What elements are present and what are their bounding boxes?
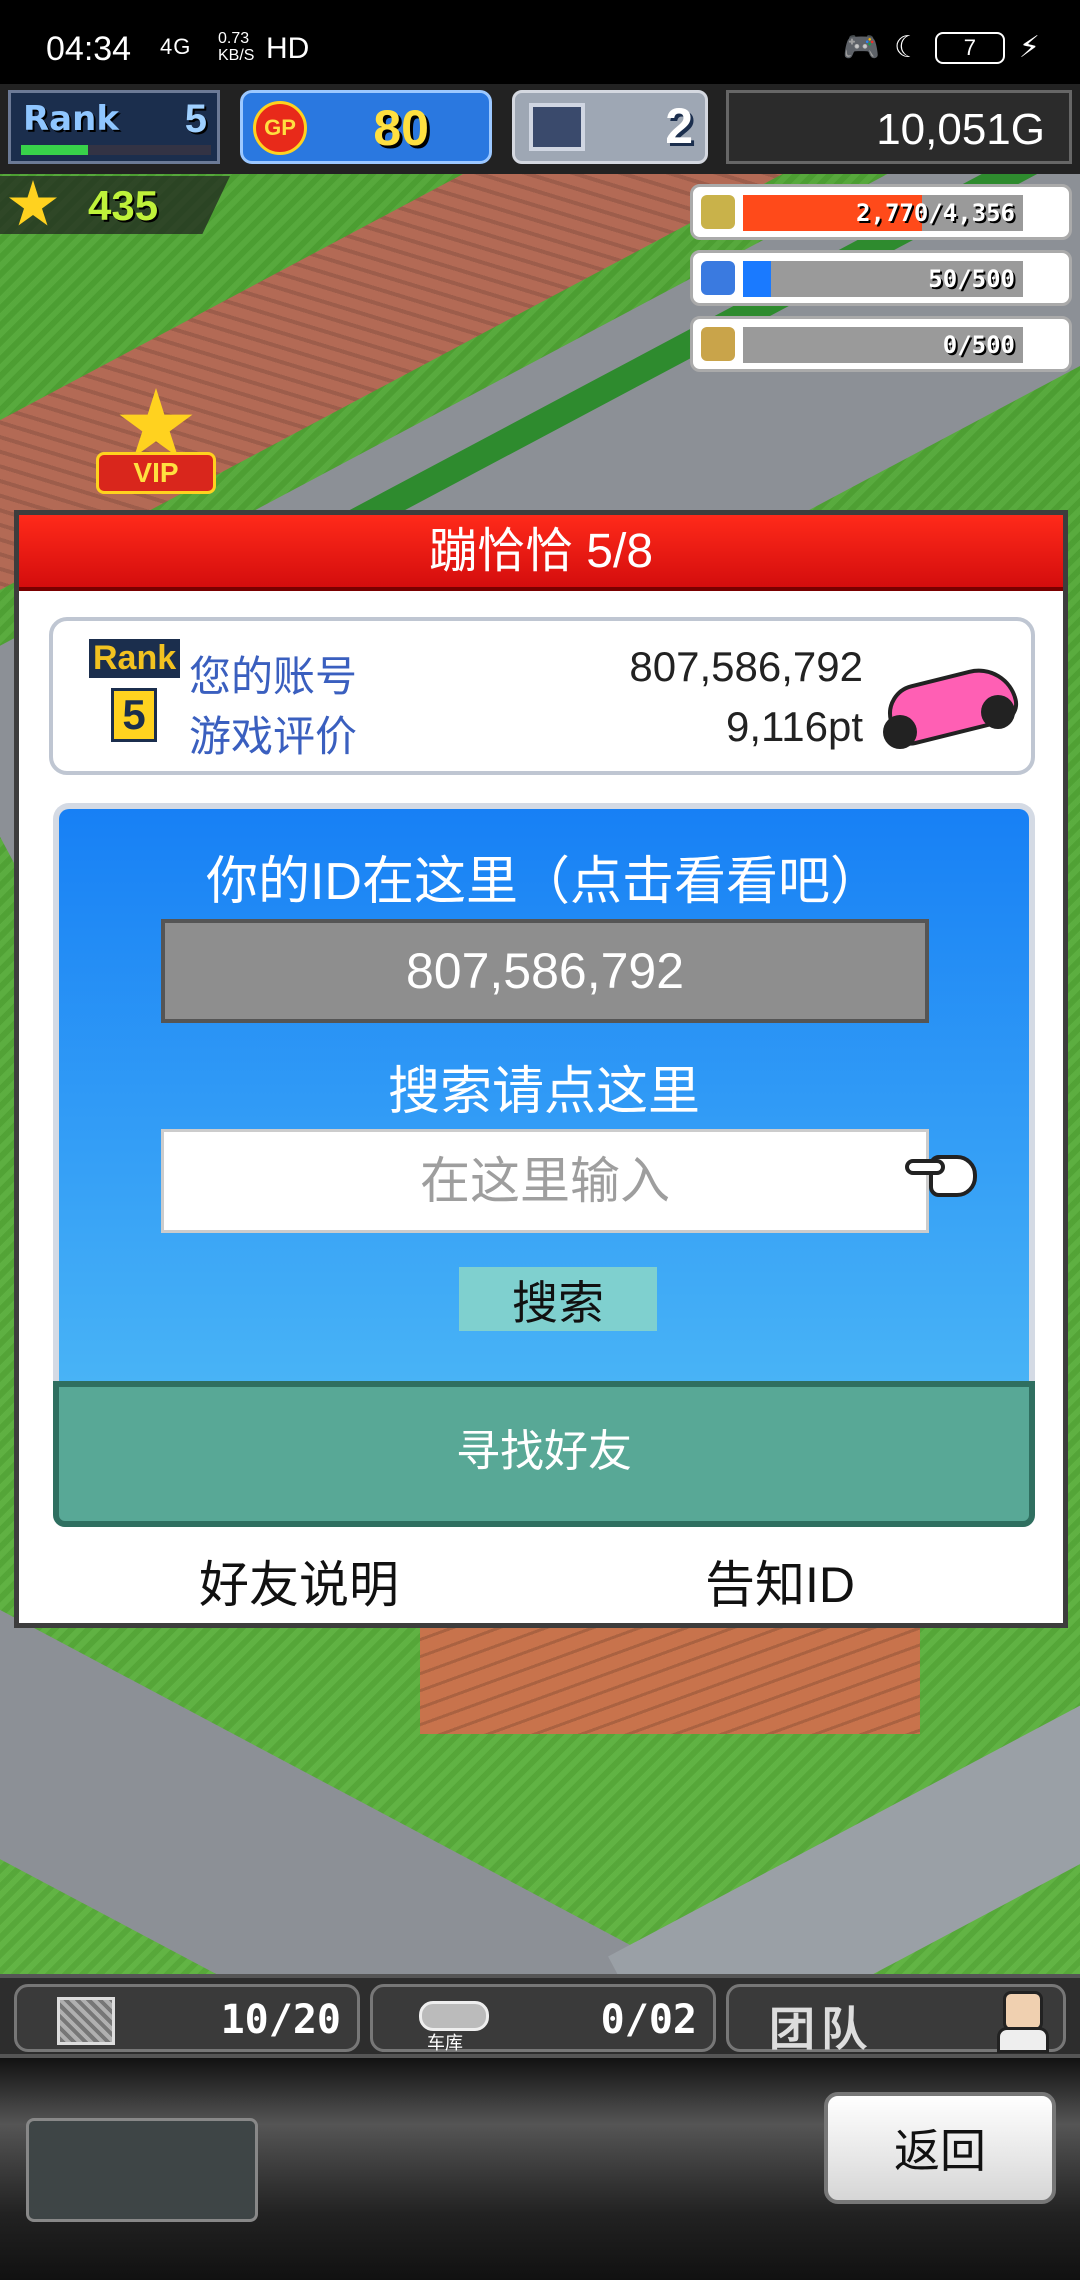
stars-value: 435 bbox=[88, 182, 159, 229]
dialog-title: 蹦恰恰 5/8 bbox=[19, 515, 1063, 591]
info-rank-label: Rank bbox=[89, 639, 181, 678]
find-friends-button[interactable]: 寻找好友 bbox=[53, 1381, 1035, 1527]
search-heading: 搜索请点这里 bbox=[387, 1063, 700, 1121]
stars-display: 435 bbox=[0, 176, 230, 234]
status-bar: 04:34 4G 0.73 KB/S HD 🎮 ☾ 7 ⚡ bbox=[0, 0, 1080, 84]
person-icon bbox=[995, 1991, 1051, 2053]
bottom-tabs: 10/20 车库 0/02 团队 bbox=[0, 1974, 1080, 2058]
garage-count: 0/02 bbox=[600, 1997, 697, 2043]
storage-count: 10/20 bbox=[220, 1997, 341, 2043]
battery-icon: 7 bbox=[934, 31, 1005, 64]
status-icons: 🎮 ☾ 7 ⚡ bbox=[843, 30, 1040, 65]
hd-indicator: HD bbox=[266, 32, 310, 65]
wheat-resource[interactable]: 0/500 bbox=[690, 316, 1072, 372]
fuel-bar-fill bbox=[743, 261, 771, 297]
top-hud: Rank 5 GP 80 2 10,051G bbox=[0, 84, 1080, 174]
garage-label: 车库 bbox=[427, 2033, 463, 2053]
computer-icon bbox=[529, 103, 585, 151]
network-speed: 0.73 KB/S bbox=[218, 30, 255, 64]
clock: 04:34 bbox=[46, 30, 132, 68]
computer-display[interactable]: 2 bbox=[512, 90, 708, 164]
gp-icon: GP bbox=[253, 101, 307, 155]
rank-progress-bar bbox=[21, 145, 211, 155]
signal-icon: 4G bbox=[160, 34, 192, 59]
account-value: 807,586,792 bbox=[629, 643, 863, 690]
wheat-bar: 0/500 bbox=[743, 327, 1023, 363]
search-button[interactable]: 搜索 bbox=[459, 1267, 657, 1331]
rank-display[interactable]: Rank 5 bbox=[8, 90, 220, 164]
bottom-hud: 10/20 车库 0/02 团队 返回 bbox=[0, 1974, 1080, 2280]
team-tab[interactable]: 团队 bbox=[726, 1984, 1066, 2055]
id-search-panel: 你的ID在这里（点击看看吧） 807,586,792 搜索请点这里 搜索 bbox=[53, 803, 1035, 1381]
fuel-icon bbox=[701, 261, 735, 295]
bottom-panel: 返回 bbox=[0, 2058, 1080, 2280]
coins-bar: 2,770/4,356 bbox=[743, 195, 1023, 231]
fuel-resource[interactable]: 50/500 bbox=[690, 250, 1072, 306]
gold-display: 10,051G bbox=[726, 90, 1072, 164]
account-label: 您的账号 bbox=[189, 653, 358, 700]
fuel-text: 50/500 bbox=[928, 265, 1015, 293]
team-label: 团队 bbox=[769, 2003, 873, 2055]
info-rank: Rank 5 bbox=[89, 639, 181, 742]
star-icon bbox=[9, 180, 57, 226]
coins-icon bbox=[701, 195, 735, 229]
rating-value: 9,116pt bbox=[725, 703, 863, 750]
info-rank-value: 5 bbox=[111, 688, 157, 742]
game-controller-icon: 🎮 bbox=[842, 31, 881, 64]
wheat-icon bbox=[701, 327, 735, 361]
coins-text: 2,770/4,356 bbox=[856, 199, 1015, 227]
crate-icon bbox=[57, 1997, 115, 2045]
rank-value: 5 bbox=[184, 97, 207, 141]
race-car-icon bbox=[877, 645, 1027, 755]
pointing-hand-icon bbox=[905, 1145, 985, 1205]
garage-car-icon: 车库 bbox=[413, 1995, 493, 2053]
garage-tab[interactable]: 车库 0/02 bbox=[370, 1984, 716, 2053]
vip-badge[interactable]: VIP bbox=[96, 388, 216, 498]
rank-label: Rank bbox=[23, 99, 119, 139]
account-info-card: Rank 5 您的账号 807,586,792 游戏评价 9,116pt bbox=[49, 617, 1035, 775]
empty-slot[interactable] bbox=[26, 2118, 258, 2222]
moon-icon: ☾ bbox=[894, 31, 921, 64]
friend-help-link[interactable]: 好友说明 bbox=[199, 1545, 399, 1617]
rank-progress-fill bbox=[21, 145, 88, 155]
back-button[interactable]: 返回 bbox=[824, 2092, 1056, 2204]
share-id-link[interactable]: 告知ID bbox=[705, 1545, 855, 1617]
friend-dialog: 蹦恰恰 5/8 Rank 5 您的账号 807,586,792 游戏评价 9,1… bbox=[14, 510, 1068, 1628]
search-input[interactable] bbox=[161, 1129, 929, 1233]
gp-value: 80 bbox=[373, 100, 429, 156]
coins-resource[interactable]: 2,770/4,356 bbox=[690, 184, 1072, 240]
computer-value: 2 bbox=[665, 98, 693, 154]
gold-value: 10,051G bbox=[876, 105, 1045, 154]
fuel-bar: 50/500 bbox=[743, 261, 1023, 297]
vip-label: VIP bbox=[96, 452, 216, 494]
wheat-text: 0/500 bbox=[942, 331, 1015, 359]
charging-icon: ⚡ bbox=[1018, 31, 1040, 64]
id-display[interactable]: 807,586,792 bbox=[161, 919, 929, 1023]
storage-tab[interactable]: 10/20 bbox=[14, 1984, 360, 2052]
gp-display[interactable]: GP 80 bbox=[240, 90, 492, 164]
id-heading: 你的ID在这里（点击看看吧） bbox=[205, 853, 882, 911]
rating-label: 游戏评价 bbox=[189, 713, 358, 760]
